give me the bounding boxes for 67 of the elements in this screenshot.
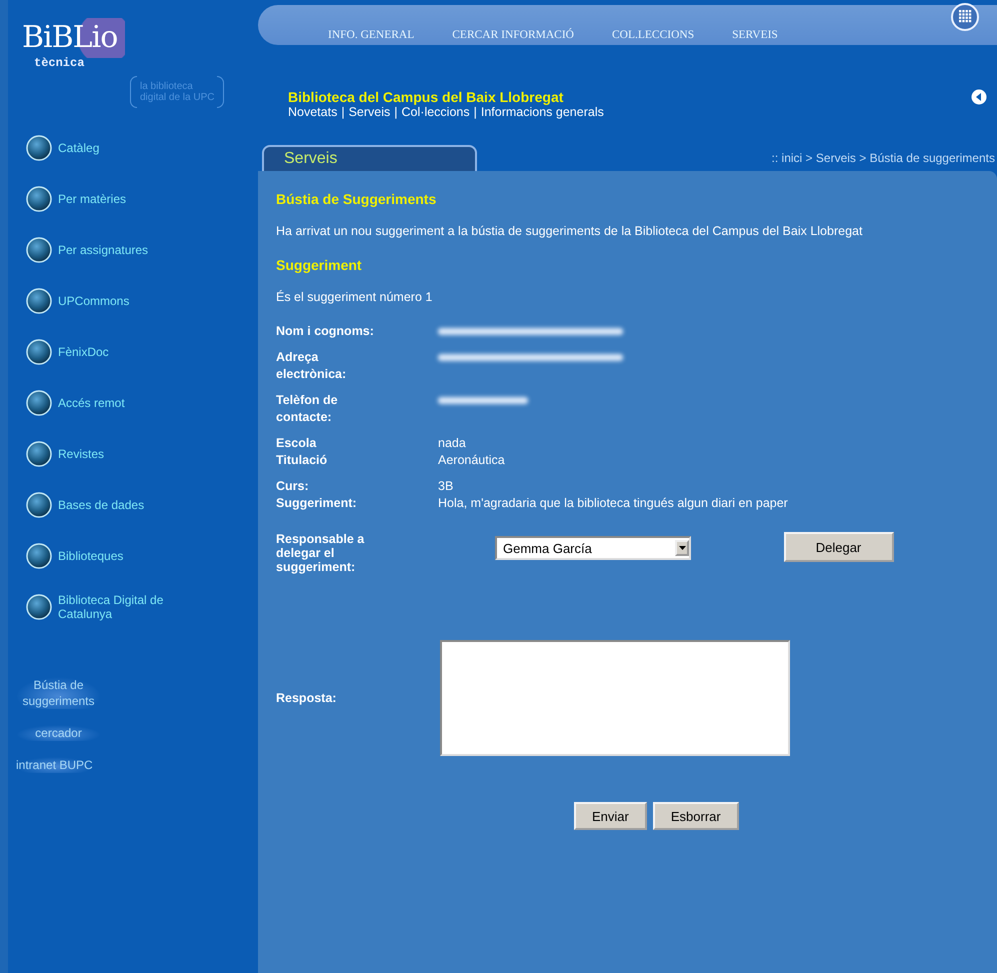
section-tab[interactable]: Serveis [262,145,477,171]
back-icon [971,89,987,105]
field-value: Aeronáutica [438,452,506,469]
globe-icon [26,594,52,620]
globe-icon [26,186,52,212]
bracket [217,76,224,108]
sidebar-link[interactable]: Revistes [58,446,178,460]
logo[interactable]: BiBLio [22,18,126,58]
logo-subtitle: tècnica [34,56,84,70]
sidebar-link[interactable]: intranet BUPC [16,757,93,773]
sidebar-link[interactable]: cercador [16,725,101,741]
header-link[interactable]: Col·leccions [402,105,470,119]
nav-link[interactable]: COL.LECCIONS [612,29,694,45]
globe-icon [26,288,52,314]
globe-icon [26,236,52,262]
answer-box[interactable] [440,640,790,756]
dropdown[interactable]: Gemma García [495,536,691,560]
globe-icon [26,440,52,466]
grid-logo-icon [951,3,979,31]
field-label: Responsable a delegar el suggeriment: [276,532,366,574]
caret-icon [678,546,686,550]
sidebar-link[interactable]: UPCommons [58,294,178,308]
field-label: Escola [276,435,318,452]
link-separator: | [474,105,477,119]
link-separator: | [394,105,398,119]
sidebar-link[interactable]: Biblioteques [58,548,178,562]
sidebar-link[interactable]: Bases de dades [58,498,178,512]
form-button[interactable]: Esborrar [652,802,739,830]
intro-text: Ha arrivat un nou suggeriment a la bústia de suggeriments de la Biblioteca del Campus del Baix Llobregat [276,223,864,239]
globe-icon [26,542,52,568]
site-title: Biblioteca del Campus del Baix Llobregat [288,89,564,105]
sidebar-link[interactable]: Bústia de suggeriments [16,677,101,709]
nav-link[interactable]: CERCAR INFORMACIÓ [452,29,574,45]
bracket [130,76,137,108]
field-label: Curs: [276,478,310,495]
nav-link[interactable]: SERVEIS [732,29,778,45]
header-link[interactable]: Novetats [288,105,338,119]
field-value: 3B [438,478,454,495]
field-value: nada [438,435,467,452]
link-separator: | [341,105,345,119]
nav-link[interactable]: INFO. GENERAL [328,29,414,45]
field-label: Titulació [276,452,328,469]
field-label: Nom i cognoms: [276,323,375,340]
sidebar-link[interactable]: Catàleg [58,140,178,154]
globe-icon [26,492,52,518]
sidebar-link[interactable]: Biblioteca Digital de Catalunya [58,592,178,620]
delegate-button[interactable]: Delegar [784,532,894,562]
header-link[interactable]: Informacions generals [480,105,604,119]
globe-icon [26,134,52,160]
suggestion-number: És el suggeriment número 1 [276,289,434,305]
globe-icon [26,390,52,416]
sidebar-link[interactable]: FènixDoc [58,344,178,358]
section-heading: Suggeriment [276,257,362,273]
sidebar-link[interactable]: Per assignatures [58,242,178,256]
form-button[interactable]: Enviar [574,802,647,830]
breadcrumb: :: inici > Serveis > Bústia de suggeriments [772,151,995,167]
field-label: Resposta: [276,691,338,705]
header-link[interactable]: Serveis [348,105,390,119]
sidebar-link[interactable]: Per matèries [58,192,178,206]
sidebar-link[interactable]: Accés remot [58,396,178,410]
field-label: Suggeriment: [276,495,358,512]
field-label: Adreça electrònica: [276,349,348,383]
field-label: Telèfon de contacte: [276,392,339,426]
field-value: Hola, m'agradaria que la biblioteca tingués algun diari en paper [438,495,789,512]
section-heading: Bústia de Suggeriments [276,191,436,207]
tagline: la biblioteca digital de la UPC [140,81,214,103]
globe-icon [26,338,52,364]
